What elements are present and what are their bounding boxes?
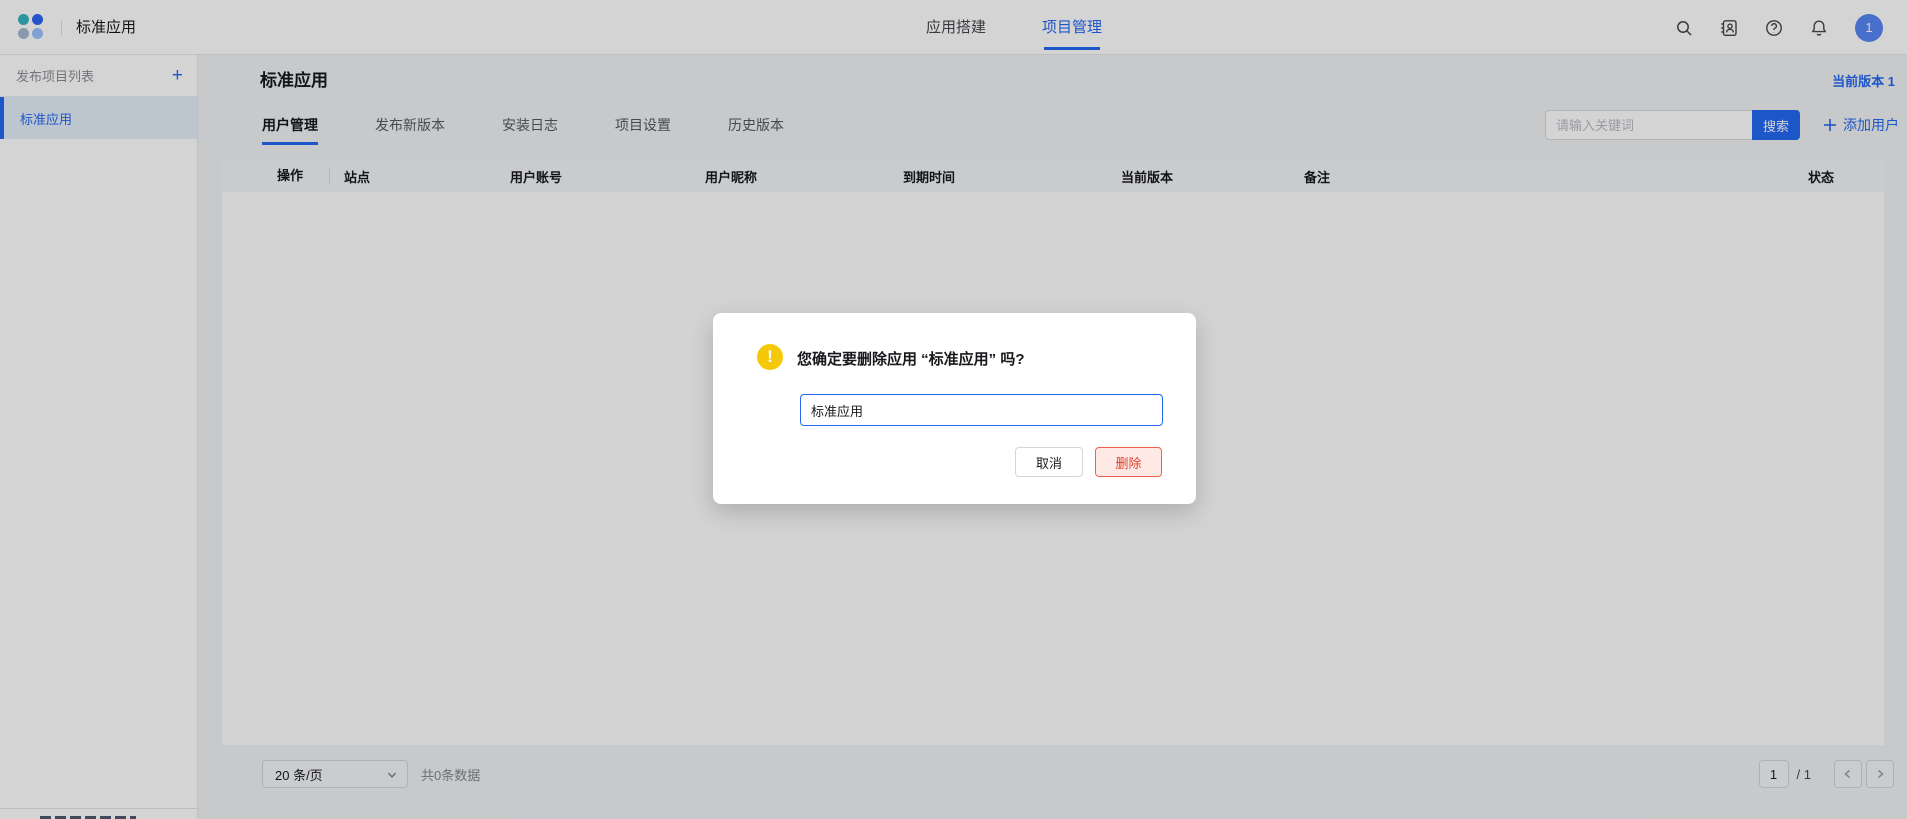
dialog-title: 您确定要删除应用 “标准应用” 吗? xyxy=(797,348,1025,369)
confirm-name-input[interactable] xyxy=(800,394,1163,426)
delete-confirm-dialog: ! 您确定要删除应用 “标准应用” 吗? 取消 删除 xyxy=(713,313,1196,504)
warning-icon: ! xyxy=(757,344,783,370)
delete-button[interactable]: 删除 xyxy=(1095,447,1162,477)
cancel-button[interactable]: 取消 xyxy=(1015,447,1083,477)
screen: 标准应用 应用搭建 项目管理 xyxy=(0,0,1907,819)
